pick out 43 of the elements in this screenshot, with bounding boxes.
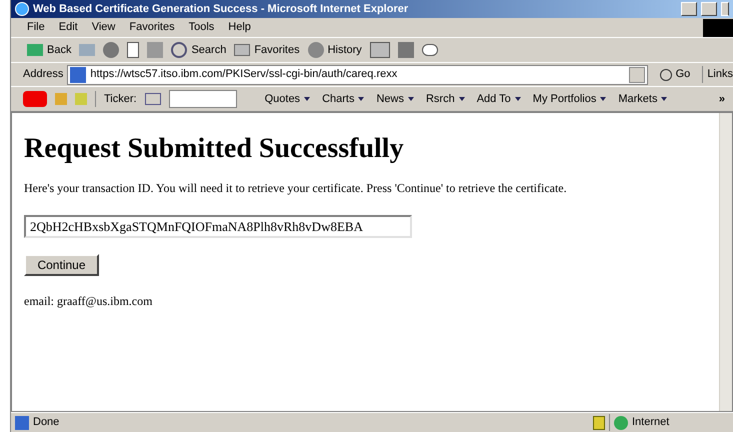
ticker-label: Ticker:	[95, 90, 137, 108]
menu-item[interactable]: Help	[228, 19, 251, 36]
maximize-icon[interactable]	[701, 2, 717, 16]
menu-item[interactable]: File	[27, 19, 45, 36]
toolbar-menu[interactable]: Quotes	[264, 90, 310, 108]
toolbar-menu[interactable]: Charts	[322, 90, 364, 108]
message-text: Here's your transaction ID. You will need it to retrieve your certificate. Press 'Continue' to retrieve the certificate.	[24, 180, 568, 197]
caret-icon	[304, 97, 310, 101]
go-button[interactable]: Go	[652, 66, 698, 83]
menu-item[interactable]: Favorites	[129, 19, 175, 36]
scrollbar[interactable]	[719, 113, 732, 411]
toolbar-button[interactable]: Back	[27, 42, 72, 58]
caret-icon	[358, 97, 364, 101]
toolbar-button[interactable]: History	[308, 42, 362, 58]
toolbar-menu[interactable]: Rsrch	[426, 90, 465, 108]
toolbar-menu[interactable]: Markets	[618, 90, 668, 108]
minimize-icon[interactable]	[681, 2, 697, 16]
toolbar-menu[interactable]: My Portfolios	[532, 90, 606, 108]
transaction-id-field[interactable]: 2QbH2cHBxsbXgaSTQMnFQIOFmaNA8Plh8vRh8vDw8EBA	[24, 215, 412, 238]
email-text: email: graaff@us.ibm.com	[24, 293, 154, 310]
continue-button[interactable]: Continue	[24, 254, 99, 276]
status-text: Done	[33, 415, 60, 430]
zone-text: Internet	[632, 415, 670, 430]
caret-icon	[661, 97, 668, 101]
toolbar-menu[interactable]: Add To	[476, 90, 521, 108]
links-button[interactable]: Links	[702, 66, 733, 83]
more-button[interactable]: »	[718, 90, 733, 108]
caret-icon	[458, 97, 465, 101]
address-field[interactable]: https://wtsc57.itso.ibm.com/PKIServ/ssl-cgi-bin/auth/careq.rexx	[67, 64, 648, 84]
address-label: Address	[23, 67, 64, 82]
ticker-field[interactable]	[168, 90, 237, 108]
toolbar-button[interactable]: Favorites	[234, 42, 300, 58]
toolbar-button[interactable]: Search	[171, 42, 226, 58]
caret-icon	[600, 97, 606, 101]
toolbar-menu[interactable]: News	[376, 90, 414, 108]
caret-icon	[408, 97, 414, 101]
menu-item[interactable]: Tools	[188, 19, 214, 36]
window-title: Web Based Certificate Generation Success - Microsoft Internet Explorer	[33, 2, 408, 17]
close-icon[interactable]	[721, 2, 729, 16]
menu-item[interactable]: Edit	[58, 19, 78, 36]
page-heading: Request Submitted Successfully	[24, 133, 405, 165]
caret-icon	[514, 97, 521, 101]
menu-item[interactable]: View	[92, 19, 116, 36]
